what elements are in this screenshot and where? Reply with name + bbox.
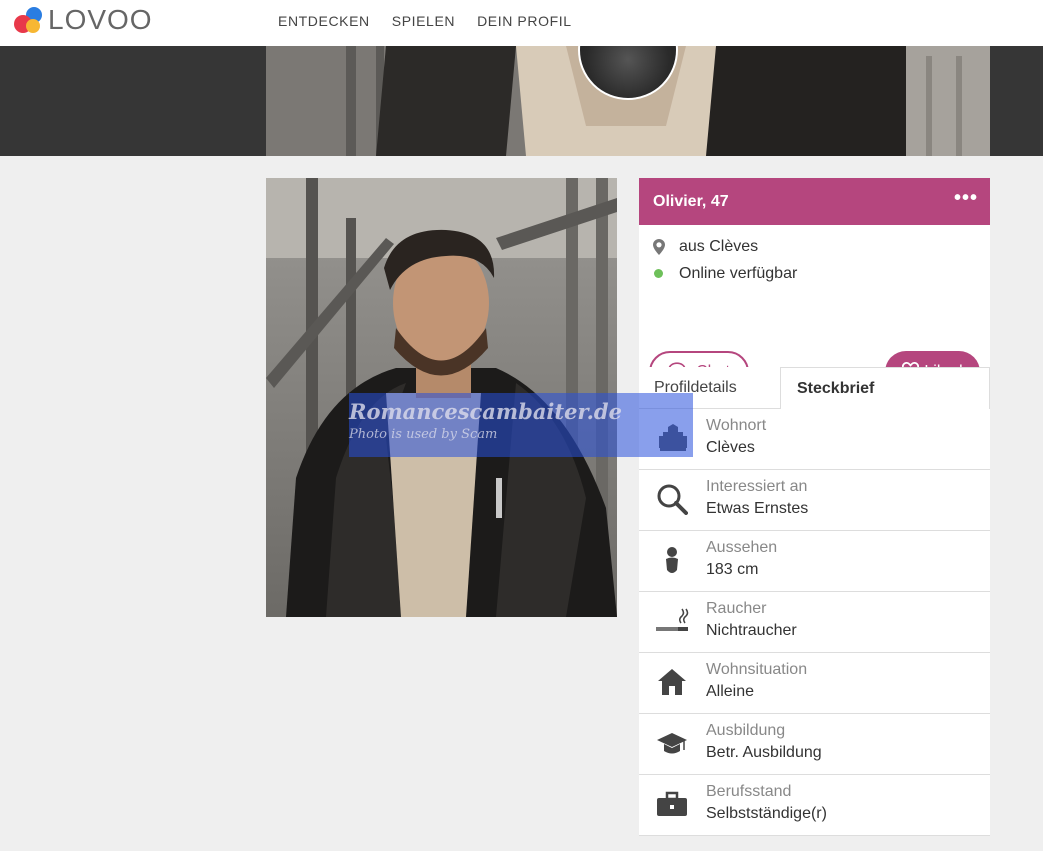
fact-label: Ausbildung [706, 722, 786, 739]
fact-aussehen: Aussehen 183 cm [639, 531, 990, 592]
fact-label: Wohnort [706, 417, 767, 434]
search-icon [655, 482, 689, 516]
fact-label: Berufsstand [706, 783, 792, 800]
nav-spielen[interactable]: SPIELEN [392, 13, 455, 29]
fact-value: 183 cm [706, 561, 759, 578]
fact-value: Selbstständige(r) [706, 805, 827, 822]
main-nav: ENTDECKEN SPIELEN DEIN PROFIL [278, 13, 572, 29]
fact-label: Interessiert an [706, 478, 808, 495]
more-dots-icon[interactable]: ••• [954, 188, 978, 216]
watermark-subtitle: Photo is used by Scam [349, 427, 498, 442]
status-row: Online verfügbar [653, 260, 976, 287]
cover-banner [0, 46, 1043, 156]
watermark-overlay: Romancescambaiter.de Photo is used by Sc… [349, 393, 693, 457]
fact-value: Alleine [706, 683, 755, 700]
lovoo-logo[interactable]: LOVOO [14, 4, 153, 36]
fact-ausbildung: Ausbildung Betr. Ausbildung [639, 714, 990, 775]
cigarette-icon [655, 604, 689, 638]
logo-text: LOVOO [48, 4, 153, 35]
online-status-dot [654, 269, 663, 278]
logo-mark-icon [14, 5, 44, 35]
fact-label: Aussehen [706, 539, 778, 556]
profile-avatar[interactable] [578, 46, 678, 100]
nav-dein-profil[interactable]: DEIN PROFIL [477, 13, 572, 29]
profile-header: Olivier, 47 ••• [639, 178, 990, 225]
nav-entdecken[interactable]: ENTDECKEN [278, 13, 370, 29]
status-text: Online verfügbar [679, 264, 798, 282]
location-text: aus Clèves [679, 237, 759, 255]
person-icon [655, 543, 689, 577]
watermark-title: Romancescambaiter.de [349, 399, 622, 424]
fact-value: Betr. Ausbildung [706, 744, 822, 761]
fact-raucher: Raucher Nichtraucher [639, 592, 990, 653]
fact-value: Nichtraucher [706, 622, 797, 639]
top-navigation: LOVOO ENTDECKEN SPIELEN DEIN PROFIL [0, 0, 1043, 46]
fact-berufsstand: Berufsstand Selbstständige(r) [639, 775, 990, 836]
fact-value: Clèves [706, 439, 755, 456]
profile-name-age: Olivier, 47 [653, 192, 729, 210]
fact-value: Etwas Ernstes [706, 500, 809, 517]
location-row: aus Clèves [653, 233, 976, 260]
facts-list: Wohnort Clèves Interessiert an Etwas Ern… [639, 409, 990, 836]
house-icon [655, 665, 689, 699]
tab-steckbrief[interactable]: Steckbrief [780, 367, 990, 409]
fact-wohnsituation: Wohnsituation Alleine [639, 653, 990, 714]
fact-label: Wohnsituation [706, 661, 808, 678]
graduation-cap-icon [655, 726, 689, 760]
fact-interessiert: Interessiert an Etwas Ernstes [639, 470, 990, 531]
fact-label: Raucher [706, 600, 767, 617]
briefcase-icon [655, 787, 689, 821]
location-pin-icon [653, 238, 679, 255]
